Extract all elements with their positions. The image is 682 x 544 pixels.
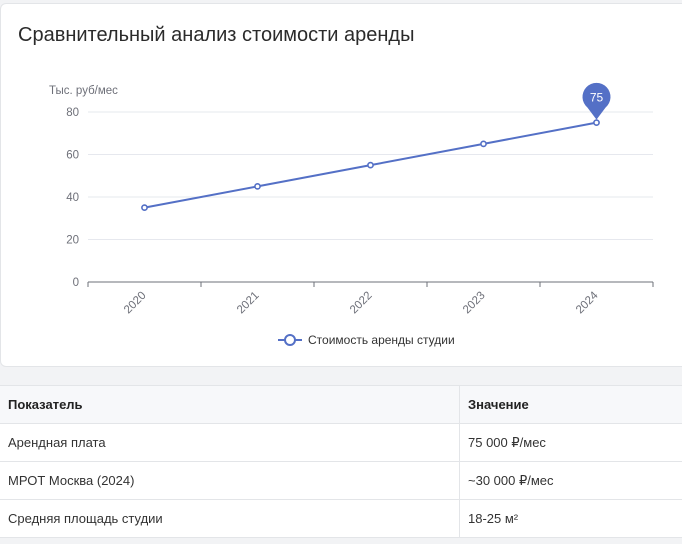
column-header-indicator: Показатель	[0, 386, 460, 424]
table-header-row: Показатель Значение	[0, 386, 682, 424]
table-cell-indicator: Средняя площадь студии	[0, 499, 460, 538]
y-tick-label: 60	[66, 150, 79, 162]
x-tick-label: 2022	[348, 290, 375, 317]
y-tick-label: 40	[66, 192, 79, 204]
legend-marker	[284, 334, 296, 346]
x-tick-label: 2024	[574, 289, 601, 316]
y-axis-label: Тыс. руб/мес	[49, 85, 118, 97]
y-tick-label: 0	[73, 277, 79, 289]
table-cell-indicator: МРОТ Москва (2024)	[0, 461, 460, 500]
data-point	[593, 119, 600, 127]
x-tick-label: 2023	[461, 290, 488, 317]
y-tick-label: 20	[66, 235, 79, 247]
data-point	[141, 204, 148, 212]
table-row: Арендная плата 75 000 ₽/мес	[0, 423, 682, 462]
legend-label: Стоимость аренды студии	[308, 333, 455, 347]
table-row: Средняя площадь студии 18-25 м²	[0, 499, 682, 538]
table-cell-indicator: Арендная плата	[0, 423, 460, 462]
data-point	[254, 182, 261, 190]
x-tick-label: 2021	[235, 290, 262, 317]
y-tick-label: 80	[66, 107, 79, 119]
table-row: МРОТ Москва (2024) ~30 000 ₽/мес	[0, 461, 682, 500]
table-cell-value: ~30 000 ₽/мес	[459, 461, 682, 500]
data-point	[367, 161, 374, 169]
x-tick-label: 2020	[122, 290, 149, 317]
line-chart: Тыс. руб/мес 0 20 40 60 80 2020 2021 2022 2023 202…	[49, 82, 654, 347]
table-cell-value: 18-25 м²	[459, 499, 682, 538]
data-point	[480, 140, 487, 148]
max-value-label: 75	[590, 91, 604, 105]
column-header-value: Значение	[459, 386, 682, 424]
data-table: Показатель Значение Арендная плата 75 00…	[0, 385, 682, 538]
table-cell-value: 75 000 ₽/мес	[459, 423, 682, 462]
